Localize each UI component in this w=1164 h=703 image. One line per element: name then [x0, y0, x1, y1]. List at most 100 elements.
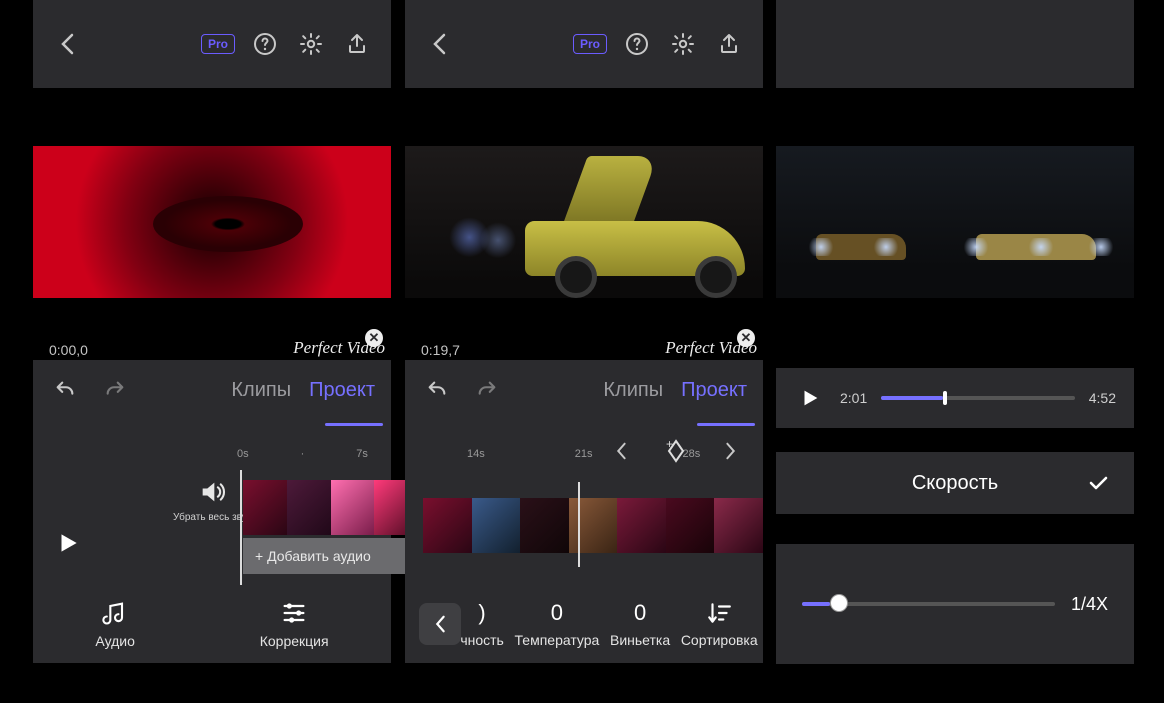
- preview-content: [153, 196, 303, 252]
- tool-label: Температура: [515, 632, 600, 648]
- sliders-icon: [280, 599, 308, 627]
- playhead-time: 0:19,7: [421, 342, 460, 358]
- play-icon: [55, 530, 81, 556]
- tab-project[interactable]: Проект: [309, 379, 375, 402]
- settings-button[interactable]: [667, 28, 699, 60]
- preview-content: [562, 156, 657, 226]
- seek-slider[interactable]: [881, 396, 1075, 400]
- export-icon: [717, 32, 741, 56]
- undo-icon: [426, 379, 448, 401]
- video-preview: [33, 146, 391, 298]
- back-button[interactable]: [51, 28, 83, 60]
- playhead[interactable]: [578, 482, 580, 567]
- video-preview: [776, 146, 1134, 298]
- bottom-toolbar: Аудио Коррекция: [33, 585, 391, 663]
- export-button[interactable]: [713, 28, 745, 60]
- timestamp-row: 0:00,0 Perfect Video ✕: [33, 336, 391, 358]
- tool-value: 0: [551, 600, 563, 626]
- redo-icon: [476, 379, 498, 401]
- tool-correction[interactable]: Коррекция: [260, 599, 329, 649]
- gear-icon: [671, 32, 695, 56]
- tool-label: Виньетка: [610, 632, 670, 648]
- chevron-right-icon: [724, 441, 738, 461]
- speed-fill: [802, 602, 830, 606]
- seek-knob[interactable]: [943, 391, 947, 405]
- clip-thumb[interactable]: [569, 498, 618, 553]
- help-button[interactable]: [249, 28, 281, 60]
- clip-thumb[interactable]: [520, 498, 569, 553]
- video-track[interactable]: [423, 498, 763, 553]
- video-track[interactable]: [243, 480, 418, 535]
- speed-value: 1/4X: [1071, 594, 1108, 615]
- tool-brightness[interactable]: ) чность: [460, 600, 504, 648]
- speed-slider[interactable]: [802, 602, 1055, 606]
- export-icon: [345, 32, 369, 56]
- clip-thumb[interactable]: [666, 498, 715, 553]
- tab-project[interactable]: Проект: [681, 379, 747, 402]
- settings-button[interactable]: [295, 28, 327, 60]
- export-button[interactable]: [341, 28, 373, 60]
- clip-thumb[interactable]: [617, 498, 666, 553]
- undo-button[interactable]: [421, 374, 453, 406]
- playhead[interactable]: [240, 470, 242, 585]
- remove-watermark-button[interactable]: ✕: [365, 329, 383, 347]
- clip-thumb[interactable]: [287, 480, 331, 535]
- editor-lower: Клипы Проект + 14s 21s 28s: [405, 360, 763, 663]
- back-button[interactable]: [423, 28, 455, 60]
- timeline[interactable]: [405, 460, 763, 580]
- speed-title: Скорость: [912, 472, 998, 495]
- tool-audio[interactable]: Аудио: [95, 599, 135, 649]
- tab-clips[interactable]: Клипы: [231, 379, 291, 402]
- tool-value: 0: [634, 600, 646, 626]
- tool-value: ): [478, 600, 485, 626]
- playback-bar: 2:01 4:52: [776, 368, 1134, 428]
- tick: 7s: [356, 448, 368, 460]
- play-icon: [799, 387, 821, 409]
- timestamp-row: 0:19,7 Perfect Video ✕: [405, 336, 763, 358]
- tick: 14s: [467, 448, 485, 460]
- preview-content: [806, 238, 836, 256]
- pro-badge[interactable]: Pro: [573, 34, 607, 54]
- speed-knob[interactable]: [830, 594, 848, 612]
- tool-temperature[interactable]: 0 Температура: [515, 600, 600, 648]
- tab-indicator: [325, 423, 383, 426]
- clip-thumb[interactable]: [714, 498, 763, 553]
- tool-label: Коррекция: [260, 633, 329, 649]
- seek-fill: [881, 396, 943, 400]
- chevron-left-icon: [614, 441, 628, 461]
- undo-button[interactable]: [49, 374, 81, 406]
- tab-clips[interactable]: Клипы: [603, 379, 663, 402]
- chevron-left-icon: [60, 33, 74, 55]
- clip-thumb[interactable]: [423, 498, 472, 553]
- tool-sort[interactable]: Сортировка: [681, 600, 758, 648]
- tool-vignette[interactable]: 0 Виньетка: [610, 600, 670, 648]
- speaker-icon: [198, 478, 226, 506]
- tabs: Клипы Проект: [33, 360, 391, 420]
- tool-label: Сортировка: [681, 632, 758, 648]
- total-time: 4:52: [1089, 390, 1116, 406]
- header: [776, 0, 1134, 88]
- confirm-button[interactable]: [1082, 467, 1114, 499]
- current-time: 2:01: [840, 390, 867, 406]
- preview-content: [871, 238, 901, 256]
- redo-button[interactable]: [471, 374, 503, 406]
- video-preview: [405, 146, 763, 298]
- help-icon: [253, 32, 277, 56]
- tab-indicator: [697, 423, 755, 426]
- speed-panel: 2:01 4:52 Скорость 1/4X: [776, 0, 1134, 703]
- preview-content: [1026, 238, 1056, 256]
- clip-thumb[interactable]: [331, 480, 375, 535]
- pro-badge[interactable]: Pro: [201, 34, 235, 54]
- remove-watermark-button[interactable]: ✕: [737, 329, 755, 347]
- gear-icon: [299, 32, 323, 56]
- redo-button[interactable]: [99, 374, 131, 406]
- help-button[interactable]: [621, 28, 653, 60]
- play-button[interactable]: [55, 530, 81, 556]
- clip-thumb[interactable]: [472, 498, 521, 553]
- timeline[interactable]: Убрать весь звук + Добавить аудио: [33, 460, 391, 580]
- chevron-left-icon: [432, 33, 446, 55]
- add-audio-button[interactable]: + Добавить аудио: [243, 538, 418, 574]
- play-button[interactable]: [794, 382, 826, 414]
- editor-lower: Клипы Проект 0s · 7s · Убрать весь звук: [33, 360, 391, 663]
- clip-thumb[interactable]: [243, 480, 287, 535]
